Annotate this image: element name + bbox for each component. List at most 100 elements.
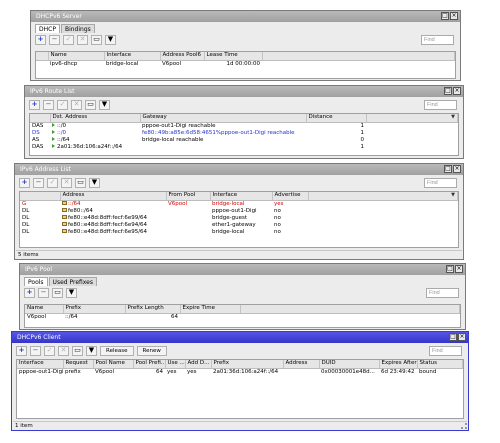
close-icon[interactable]: × (458, 333, 466, 341)
col-lease[interactable]: Lease Time (204, 52, 263, 61)
disable-icon[interactable]: ✕ (71, 99, 82, 110)
release-button[interactable]: Release (100, 345, 134, 356)
table-row[interactable]: pppoe-out1-Digi prefix V6pool 64 yes yes… (17, 368, 463, 376)
tab-bindings[interactable]: Bindings (60, 24, 95, 33)
addresses-titlebar[interactable]: IPv6 Address List □ × (15, 164, 463, 175)
add-icon[interactable]: + (29, 99, 40, 110)
close-icon[interactable]: × (450, 12, 458, 20)
col-status[interactable]: Status (417, 360, 463, 369)
col-distance[interactable]: Distance (306, 114, 367, 123)
add-icon[interactable]: + (35, 34, 46, 45)
col-prefix-length[interactable]: Prefix Length (125, 305, 181, 314)
filter-icon[interactable]: ▼ (89, 177, 100, 188)
table-row[interactable]: DL fe80::e48d:8dff:fecf:6e95/64 bridge-l… (20, 229, 458, 236)
resize-grip-icon[interactable] (461, 423, 467, 429)
add-icon[interactable]: + (16, 345, 27, 356)
comment-icon[interactable]: ▭ (91, 34, 102, 45)
col-pool-name[interactable]: Pool Name (93, 360, 134, 369)
close-icon[interactable]: × (455, 265, 463, 273)
col-interface[interactable]: Interface (17, 360, 64, 369)
renew-button[interactable]: Renew (136, 345, 167, 356)
col-advertise[interactable]: Advertise (272, 192, 309, 201)
route-arrow-icon (52, 130, 55, 134)
col-prefix[interactable]: Prefix (63, 305, 126, 314)
filter-icon[interactable]: ▼ (86, 345, 97, 356)
close-icon[interactable]: × (453, 87, 461, 95)
col-use[interactable]: Use ... (165, 360, 186, 369)
col-duid[interactable]: DUID (319, 360, 380, 369)
remove-icon[interactable]: − (30, 345, 41, 356)
col-prefix[interactable]: Prefix (211, 360, 284, 369)
col-flag[interactable] (36, 52, 49, 61)
filter-icon[interactable]: ▼ (105, 34, 116, 45)
tab-pools[interactable]: Pools (24, 277, 48, 286)
col-gateway[interactable]: Gateway (140, 114, 307, 123)
pool-find-input[interactable] (426, 288, 459, 298)
col-pool[interactable]: Address Pool6 (160, 52, 205, 61)
table-row[interactable]: DL fe80::e48d:8dff:fecf:6e99/64 bridge-g… (20, 215, 458, 222)
chevron-down-icon[interactable]: ▼ (450, 114, 456, 121)
client-find-input[interactable] (429, 346, 462, 356)
table-row[interactable]: V6pool ::/64 64 (25, 313, 460, 321)
col-name[interactable]: Name (48, 52, 105, 61)
comment-icon[interactable]: ▭ (52, 287, 63, 298)
col-expires[interactable]: Expires After (379, 360, 418, 369)
enable-icon[interactable]: ✓ (47, 177, 58, 188)
tab-used-prefixes[interactable]: Used Prefixes (48, 277, 97, 286)
enable-icon[interactable]: ✓ (44, 345, 55, 356)
col-from-pool[interactable]: From Pool (166, 192, 211, 201)
filter-icon[interactable]: ▼ (66, 287, 77, 298)
col-name[interactable]: Name (25, 305, 64, 314)
col-interface[interactable]: Interface (104, 52, 161, 61)
col-expire[interactable]: Expire Time (180, 305, 241, 314)
client-titlebar[interactable]: DHCPv6 Client □ × (12, 332, 468, 343)
routes-titlebar[interactable]: IPv6 Route List □ × (25, 86, 463, 97)
add-icon[interactable]: + (24, 287, 35, 298)
table-row[interactable]: DAS 2a01:36d:106:a24f::/64 1 (30, 144, 458, 151)
table-row[interactable]: G ::/64 V6pool bridge-local yes (20, 200, 458, 208)
restore-icon[interactable]: □ (441, 12, 449, 20)
restore-icon[interactable]: □ (444, 87, 452, 95)
col-dst[interactable]: Dst. Address (50, 114, 141, 123)
remove-icon[interactable]: − (49, 34, 60, 45)
restore-icon[interactable]: □ (446, 265, 454, 273)
pool-titlebar[interactable]: IPv6 Pool □ × (20, 264, 465, 275)
enable-icon[interactable]: ✓ (57, 99, 68, 110)
disable-icon[interactable]: ✕ (77, 34, 88, 45)
table-row[interactable]: DAS ::/0 pppoe-out1-Digi reachable 1 (30, 122, 458, 130)
table-row[interactable]: DS ::/0 fe80::49b:a85e:6d58:4651%pppoe-o… (30, 130, 458, 137)
chevron-down-icon[interactable]: ▼ (450, 192, 456, 199)
col-add-d[interactable]: Add D... (185, 360, 212, 369)
col-flag[interactable] (30, 114, 51, 123)
disable-icon[interactable]: ✕ (58, 345, 69, 356)
col-address[interactable]: Address (283, 360, 320, 369)
cell-prefix-length: 64 (171, 313, 178, 320)
table-row[interactable]: DL fe80::/64 pppoe-out1-Digi no (20, 208, 458, 215)
col-address[interactable]: Address (60, 192, 167, 201)
table-row[interactable]: ipv6-dhcp bridge-local V6pool 1d 00:00:0… (36, 60, 455, 68)
table-row[interactable]: AS ::/64 bridge-local reachable 0 (30, 137, 458, 144)
comment-icon[interactable]: ▭ (72, 345, 83, 356)
add-icon[interactable]: + (19, 177, 30, 188)
comment-icon[interactable]: ▭ (85, 99, 96, 110)
server-titlebar[interactable]: DHCPv6 Server □ × (31, 11, 460, 22)
remove-icon[interactable]: − (43, 99, 54, 110)
disable-icon[interactable]: ✕ (61, 177, 72, 188)
addresses-find-input[interactable] (424, 178, 457, 188)
close-icon[interactable]: × (453, 165, 461, 173)
comment-icon[interactable]: ▭ (75, 177, 86, 188)
tab-dhcp[interactable]: DHCP (35, 24, 60, 33)
restore-icon[interactable]: □ (444, 165, 452, 173)
restore-icon[interactable]: □ (449, 333, 457, 341)
col-request[interactable]: Request (63, 360, 94, 369)
enable-icon[interactable]: ✓ (63, 34, 74, 45)
remove-icon[interactable]: − (33, 177, 44, 188)
col-flag[interactable] (20, 192, 61, 201)
col-interface[interactable]: Interface (210, 192, 273, 201)
filter-icon[interactable]: ▼ (99, 99, 110, 110)
remove-icon[interactable]: − (38, 287, 49, 298)
table-row[interactable]: DL fe80::e48d:8dff:fecf:6e94/64 ether1-g… (20, 222, 458, 229)
col-pool-prefix[interactable]: Pool Prefi... (133, 360, 166, 369)
routes-find-input[interactable] (424, 100, 457, 110)
server-find-input[interactable] (421, 35, 454, 45)
